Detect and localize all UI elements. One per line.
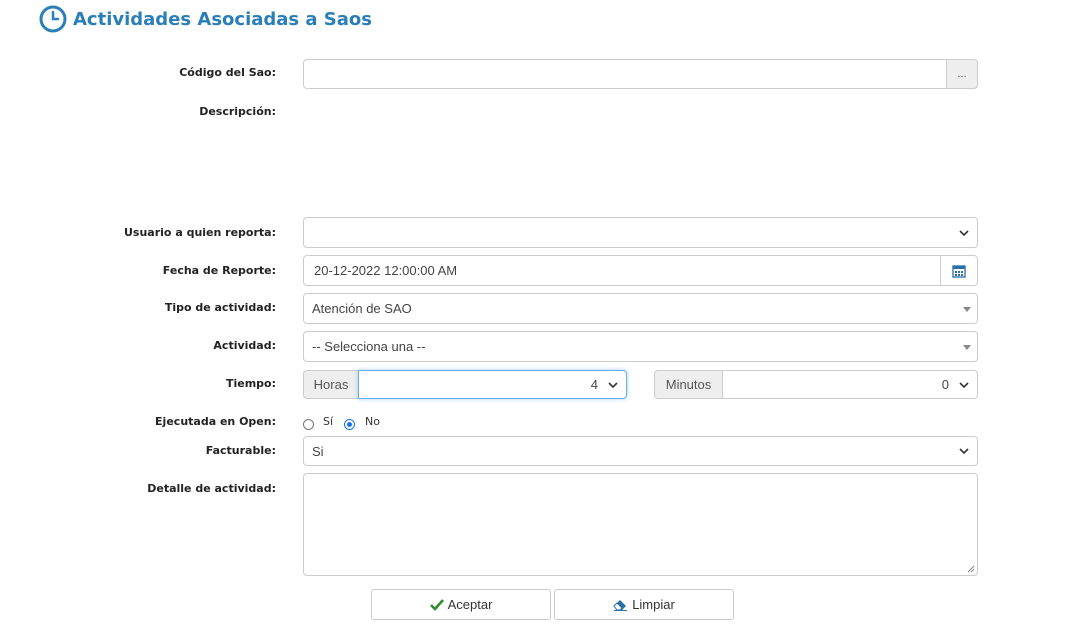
tipo-value: Atención de SAO <box>312 301 412 316</box>
actividad-label: Actividad: <box>213 339 276 352</box>
open-label: Ejecutada en Open: <box>155 415 276 428</box>
eraser-icon <box>613 600 628 611</box>
minutos-value: 0 <box>941 377 949 392</box>
usuario-select[interactable] <box>303 217 978 248</box>
chevron-down-icon <box>608 381 618 388</box>
facturable-label: Facturable: <box>205 444 276 457</box>
fecha-label: Fecha de Reporte: <box>162 264 276 277</box>
usuario-label: Usuario a quien reporta: <box>124 226 276 239</box>
open-radio-no-label: No <box>365 415 380 428</box>
minutos-addon: Minutos <box>654 370 723 399</box>
resize-handle-icon[interactable] <box>967 565 975 573</box>
horas-value: 4 <box>590 377 598 392</box>
open-radio-no[interactable] <box>344 419 355 430</box>
page-title: Actividades Asociadas a Saos <box>73 8 372 30</box>
chevron-down-icon <box>959 381 969 388</box>
codigo-browse-button[interactable]: ... <box>946 59 978 89</box>
facturable-select[interactable]: Si <box>303 436 978 466</box>
tipo-label: Tipo de actividad: <box>164 301 276 314</box>
minutos-select[interactable]: 0 <box>722 370 978 399</box>
detalle-textarea[interactable] <box>303 473 978 576</box>
tipo-select[interactable]: Atención de SAO <box>303 293 978 324</box>
fecha-input[interactable]: 20-12-2022 12:00:00 AM <box>303 255 941 286</box>
open-radio-si-label: Sí <box>323 415 334 428</box>
detalle-label: Detalle de actividad: <box>147 482 276 495</box>
accept-button[interactable]: Aceptar <box>371 589 551 620</box>
actividad-select[interactable]: -- Selecciona una -- <box>303 331 978 362</box>
calendar-icon <box>952 264 966 278</box>
codigo-input[interactable] <box>303 59 947 89</box>
open-radio-si[interactable] <box>303 419 314 430</box>
horas-select[interactable]: 4 <box>358 370 627 399</box>
facturable-value: Si <box>312 443 324 459</box>
tiempo-label: Tiempo: <box>225 377 276 390</box>
clock-icon <box>39 5 67 33</box>
dropdown-arrow-icon <box>963 306 971 312</box>
chevron-down-icon <box>959 229 969 236</box>
clear-button[interactable]: Limpiar <box>554 589 734 620</box>
clear-button-label: Limpiar <box>632 597 675 612</box>
calendar-button[interactable] <box>940 255 978 286</box>
actividad-value: -- Selecciona una -- <box>312 339 426 354</box>
dropdown-arrow-icon <box>963 344 971 350</box>
codigo-label: Código del Sao: <box>179 66 276 79</box>
page-header: Actividades Asociadas a Saos <box>39 5 372 33</box>
check-icon <box>429 598 444 611</box>
horas-addon: Horas <box>303 370 359 399</box>
chevron-down-icon <box>959 448 969 454</box>
descripcion-label: Descripción: <box>199 105 276 118</box>
accept-button-label: Aceptar <box>447 597 493 612</box>
